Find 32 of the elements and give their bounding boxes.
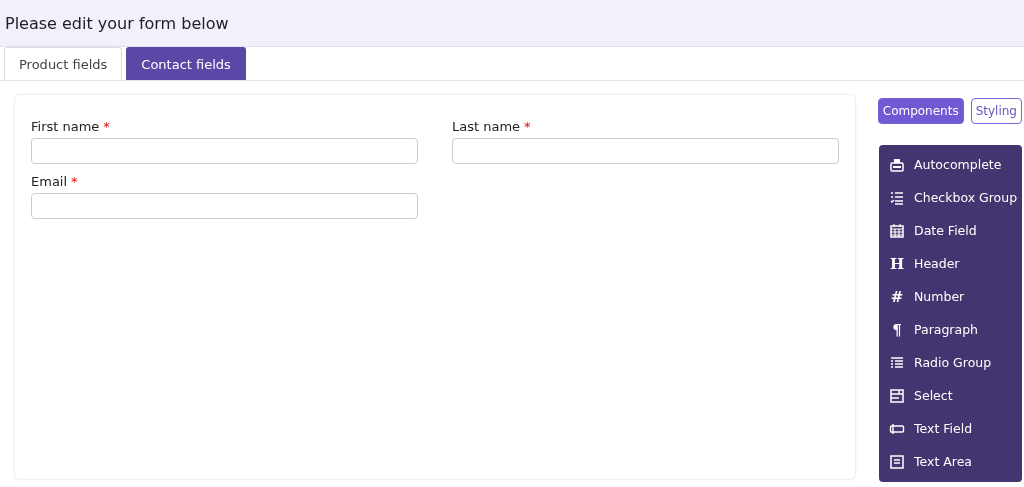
toggle-button[interactable]: Styling — [970, 98, 1022, 124]
tab[interactable]: Product fields — [4, 47, 123, 80]
tab[interactable]: Contact fields — [126, 47, 246, 80]
list-icon — [889, 354, 905, 371]
symbol-icon: # — [889, 288, 905, 305]
required-mark: * — [71, 174, 78, 189]
symbol-icon: ¶ — [889, 321, 905, 338]
component-item[interactable]: Autocomplete — [879, 148, 1022, 181]
component-item[interactable]: Select — [879, 379, 1022, 412]
symbol-icon: H — [889, 255, 905, 272]
component-item[interactable]: ¶ Paragraph — [879, 313, 1022, 346]
component-item[interactable]: Date Field — [879, 214, 1022, 247]
field-label: Email — [31, 174, 68, 189]
field-label: First name — [31, 119, 100, 134]
input-field[interactable] — [31, 138, 418, 164]
required-mark: * — [524, 119, 531, 134]
field-label: Last name — [452, 119, 521, 134]
toggle-button[interactable]: Components — [877, 98, 964, 124]
page-title: Please edit your form below — [5, 13, 229, 33]
component-item[interactable]: Radio Group — [879, 346, 1022, 379]
component-item[interactable]: H Header — [879, 247, 1022, 280]
checklist-icon — [889, 189, 905, 206]
text-box-icon — [889, 453, 905, 470]
input-field[interactable] — [31, 193, 418, 219]
input-field[interactable] — [452, 138, 839, 164]
component-item[interactable]: # Number — [879, 280, 1022, 313]
required-mark: * — [103, 119, 110, 134]
component-item[interactable]: Checkbox Group — [879, 181, 1022, 214]
component-item[interactable]: Text Field — [879, 412, 1022, 445]
component-item[interactable]: Text Area — [879, 445, 1022, 478]
calendar-icon — [889, 222, 905, 239]
form-icon — [889, 387, 905, 404]
